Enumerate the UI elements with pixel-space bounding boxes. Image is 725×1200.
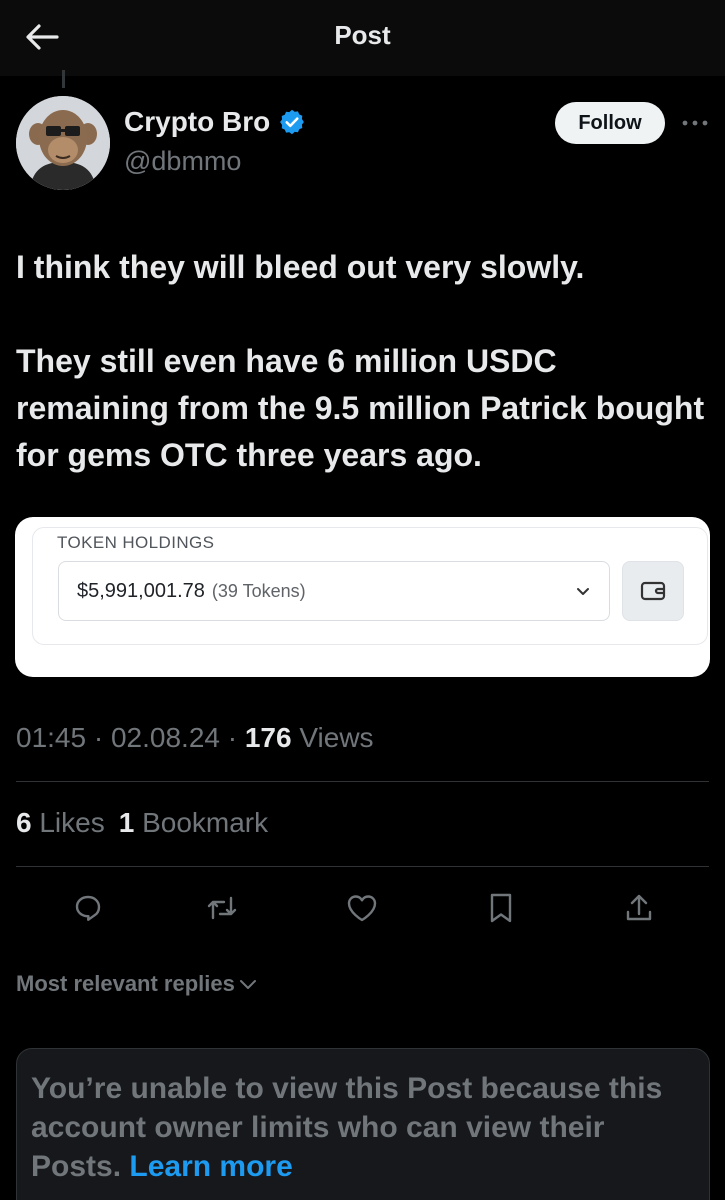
verified-badge-icon [278,108,306,136]
notice-text: You’re unable to view this Post because … [31,1069,695,1186]
repost-button[interactable] [202,888,242,928]
bookmark-icon [490,893,512,923]
share-icon [626,894,652,921]
user-handle[interactable]: @dbmmo [124,146,241,177]
reply-button[interactable] [68,888,108,928]
meta-separator: · [219,722,245,753]
display-name: Crypto Bro [124,106,271,137]
post-time[interactable]: 01:45 [16,722,86,753]
more-horizontal-icon [682,120,708,126]
replies-sort-label: Most relevant replies [16,971,235,996]
learn-more-link[interactable]: Learn more [129,1150,292,1183]
chevron-down-icon [239,980,256,989]
token-holdings-count: (39 Tokens) [211,580,306,601]
likes-label: Likes [39,807,105,838]
likes-count: 6 [16,807,32,838]
like-button[interactable] [342,888,382,928]
wallet-button[interactable] [622,561,684,621]
post-paragraph: They still even have 6 million USDC rema… [16,343,705,473]
post-text: I think they will bleed out very slowly.… [16,244,706,479]
thread-line [62,70,65,88]
wallet-icon [640,581,666,601]
reply-icon [75,895,101,921]
bookmarks-label: Bookmark [142,807,269,838]
share-button[interactable] [619,888,659,928]
token-holdings-label: TOKEN HOLDINGS [57,533,215,552]
restricted-post-notice: You’re unable to view this Post because … [16,1048,710,1200]
like-icon [347,895,377,922]
chevron-down-icon [577,588,589,595]
divider [16,866,709,867]
bookmarks-stat[interactable]: 1 Bookmark [119,807,268,838]
post-meta: 01:45 · 02.08.24 · 176 Views [16,722,374,754]
top-bar: Post [0,0,725,76]
page-title: Post [334,20,391,50]
views-count: 176 [244,722,292,753]
token-holdings-value: $5,991,001.78 [77,579,205,602]
divider [16,781,709,782]
bookmark-button[interactable] [481,888,521,928]
views-label: Views [299,722,374,753]
replies-sort-button[interactable]: Most relevant replies [16,971,257,997]
follow-button[interactable]: Follow [555,102,665,144]
author-name-row[interactable]: Crypto Bro [124,106,306,138]
notice-message: You’re unable to view this Post because … [31,1072,663,1183]
meta-separator: · [86,722,111,753]
post-date[interactable]: 02.08.24 [111,722,220,753]
more-options-button[interactable] [678,108,712,138]
ape-avatar-image [16,96,110,190]
repost-icon [207,896,237,920]
token-holdings-select[interactable]: $5,991,001.78 (39 Tokens) [58,561,610,621]
bookmarks-count: 1 [118,807,135,838]
post-paragraph: I think they will bleed out very slowly. [16,249,585,285]
likes-stat[interactable]: 6 Likes [16,807,105,838]
avatar[interactable] [16,96,110,190]
post-stats: 6 Likes 1 Bookmark [16,807,268,839]
